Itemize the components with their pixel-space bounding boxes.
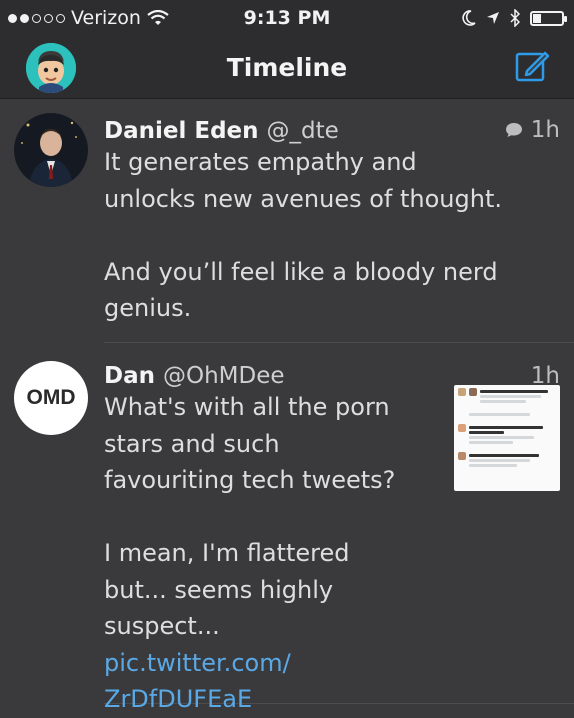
thumb-notification-row xyxy=(454,421,560,449)
tweet-time: 1h xyxy=(530,117,560,143)
author-name[interactable]: Dan xyxy=(104,363,155,389)
thumb-notification-row xyxy=(454,449,560,472)
media-thumbnail[interactable] xyxy=(454,385,560,491)
page-title: Timeline xyxy=(226,52,348,82)
tweet-item[interactable]: Daniel Eden @_dte 1h It generates empath… xyxy=(14,99,574,343)
tweet-text: It generates empathy and unlocks new ave… xyxy=(104,148,502,322)
timeline-list: Daniel Eden @_dte 1h It generates empath… xyxy=(0,99,574,713)
author-name[interactable]: Daniel Eden xyxy=(104,118,259,144)
profile-avatar[interactable] xyxy=(26,43,76,93)
tweet-header: Daniel Eden @_dte 1h xyxy=(104,99,574,144)
bluetooth-icon xyxy=(510,9,520,27)
avatar[interactable] xyxy=(14,113,88,187)
tweet-item[interactable]: OMD Dan @OhMDee 1h What's with all the p… xyxy=(14,343,574,713)
thumb-notification-row xyxy=(454,385,560,408)
tweet-link-continued[interactable]: ZrDfDUFEaE xyxy=(104,681,574,718)
memoji-face-icon xyxy=(26,43,76,93)
moon-icon xyxy=(462,10,476,26)
battery-icon xyxy=(530,10,567,26)
wifi-icon xyxy=(147,10,169,25)
status-left: Verizon xyxy=(0,7,169,29)
author-handle[interactable]: @OhMDee xyxy=(163,363,285,389)
carrier-name: Verizon xyxy=(71,7,141,29)
signal-strength-icon xyxy=(8,13,65,23)
avatar[interactable]: OMD xyxy=(14,361,88,435)
avatar-initials: OMD xyxy=(26,386,76,409)
compose-icon[interactable] xyxy=(514,48,550,84)
status-bar: Verizon 9:13 PM xyxy=(0,0,574,36)
navigation-bar: Timeline xyxy=(0,36,574,99)
tweet-header: Dan @OhMDee 1h xyxy=(104,343,574,389)
thumb-notification-row xyxy=(454,408,560,421)
tweet-link[interactable]: pic.twitter.com/ xyxy=(104,645,574,682)
location-arrow-icon xyxy=(487,12,499,24)
reply-icon xyxy=(505,123,522,137)
status-right xyxy=(462,9,574,27)
tweet-meta: 1h xyxy=(505,117,560,143)
author-handle[interactable]: @_dte xyxy=(267,118,339,144)
daniel-eden-photo xyxy=(14,113,88,187)
